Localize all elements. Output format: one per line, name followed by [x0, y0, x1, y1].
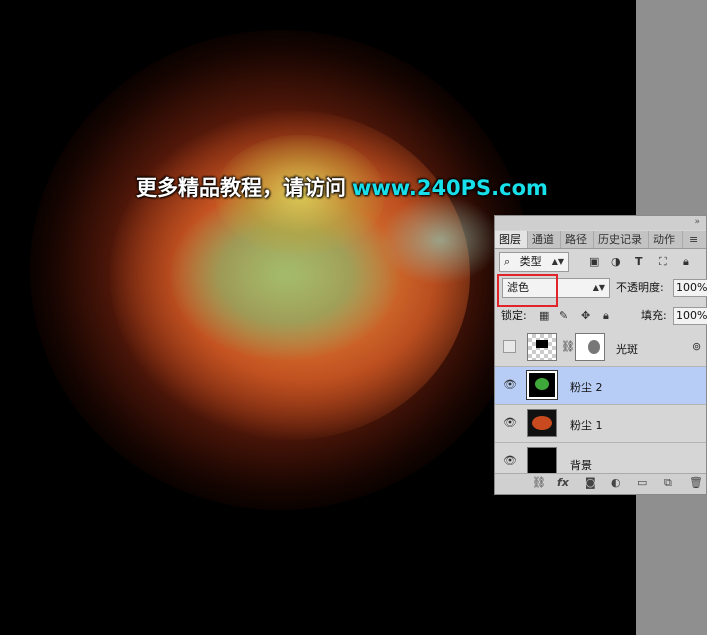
watermark-url: www.240PS.com — [352, 176, 548, 200]
fill-input[interactable]: 100% — [673, 307, 707, 325]
tab-paths[interactable]: 路径 — [561, 231, 594, 248]
new-layer-icon[interactable]: ⧉ — [664, 476, 672, 490]
opacity-input[interactable]: 100% — [673, 279, 707, 297]
layer-thumbnail — [527, 447, 557, 475]
layer-name: 背景 — [570, 459, 592, 472]
panel-tabs: 图层 通道 路径 历史记录 动作 ≡ — [495, 231, 706, 249]
watermark-prefix: 更多精品教程，请访问 — [136, 176, 346, 200]
panel-menu[interactable]: ≡ — [685, 231, 705, 248]
blend-mode-select[interactable]: 滤色 ▲▼ — [502, 278, 610, 298]
link-icon[interactable]: ⛓ — [532, 476, 546, 489]
panel-header: » — [495, 216, 706, 230]
smart-object-icon: ⊚ — [692, 340, 702, 353]
eye-icon[interactable]: 👁︎ — [503, 454, 517, 467]
lock-icon[interactable]: 🔒︎ — [683, 255, 689, 269]
watermark-text: 更多精品教程，请访问 www.240PS.com — [136, 172, 548, 202]
layers-panel: » 图层 通道 路径 历史记录 动作 ≡ ⌕ 类型 ▲▼ ▣ ◑ T ⛶ 🔒︎ … — [494, 215, 707, 495]
opacity-label: 不透明度: — [616, 281, 664, 294]
image-icon[interactable]: ▣ — [589, 255, 599, 269]
blend-row: 滤色 ▲▼ 不透明度: 100% — [495, 277, 707, 299]
panel-bottom-toolbar: ⛓ fx ◙ ◐ ▭ ⧉ 🗑︎ — [495, 473, 706, 494]
tab-history[interactable]: 历史记录 — [594, 231, 649, 248]
fill-label: 填充: — [641, 309, 667, 322]
search-icon: ⌕ — [504, 255, 511, 268]
visibility-toggle[interactable] — [503, 340, 516, 353]
tab-channels[interactable]: 通道 — [528, 231, 561, 248]
text-icon[interactable]: T — [635, 255, 643, 269]
layer-row[interactable]: 👁︎ 粉尘 1 — [495, 405, 706, 443]
lock-brush-icon[interactable]: ✎ — [559, 309, 568, 323]
trash-icon[interactable]: 🗑︎ — [689, 476, 703, 489]
fx-icon[interactable]: fx — [557, 476, 569, 489]
tab-layers[interactable]: 图层 — [495, 231, 528, 248]
eye-icon[interactable]: 👁︎ — [503, 378, 517, 391]
lock-row: 锁定: ▦ ✎ ✥ 🔒︎ 填充: 100% — [495, 306, 707, 326]
updown-icon: ▲▼ — [551, 257, 564, 266]
layer-name: 光斑 — [616, 343, 638, 356]
layer-name: 粉尘 1 — [570, 419, 603, 432]
eye-icon[interactable]: 👁︎ — [503, 416, 517, 429]
collapse-icon[interactable]: » — [694, 217, 700, 227]
updown-icon: ▲▼ — [592, 283, 605, 292]
layer-name: 粉尘 2 — [570, 381, 603, 394]
lock-transparent-icon[interactable]: ▦ — [539, 309, 549, 323]
filter-kind-label: 类型 — [519, 255, 542, 268]
layer-mask-thumbnail[interactable] — [575, 333, 605, 361]
layer-row[interactable]: 👁︎ 背景 — [495, 443, 706, 475]
blend-mode-value: 滤色 — [507, 281, 529, 294]
lock-all-icon[interactable]: 🔒︎ — [603, 309, 609, 323]
mask-icon[interactable]: ◙ — [585, 476, 596, 489]
lock-label: 锁定: — [501, 309, 527, 322]
layer-row[interactable]: 👁︎ 粉尘 2 — [495, 367, 706, 405]
filter-row: ⌕ 类型 ▲▼ ▣ ◑ T ⛶ 🔒︎ — [495, 252, 706, 272]
adjust-icon[interactable]: ◑ — [611, 255, 621, 269]
tab-actions[interactable]: 动作 — [649, 231, 683, 248]
layer-thumbnail — [527, 409, 557, 437]
layer-row[interactable]: ⛓ 光斑 ⊚ — [495, 329, 706, 367]
transform-icon[interactable]: ⛶ — [659, 255, 667, 269]
dust-core-teal — [380, 195, 500, 285]
adjustment-icon[interactable]: ◐ — [611, 476, 621, 489]
chain-link-icon[interactable]: ⛓ — [561, 340, 575, 354]
lock-move-icon[interactable]: ✥ — [581, 309, 590, 323]
layer-thumbnail — [526, 370, 558, 400]
filter-kind-select[interactable]: ⌕ 类型 ▲▼ — [499, 252, 569, 272]
layer-thumbnail — [527, 333, 557, 361]
folder-icon[interactable]: ▭ — [637, 476, 647, 489]
